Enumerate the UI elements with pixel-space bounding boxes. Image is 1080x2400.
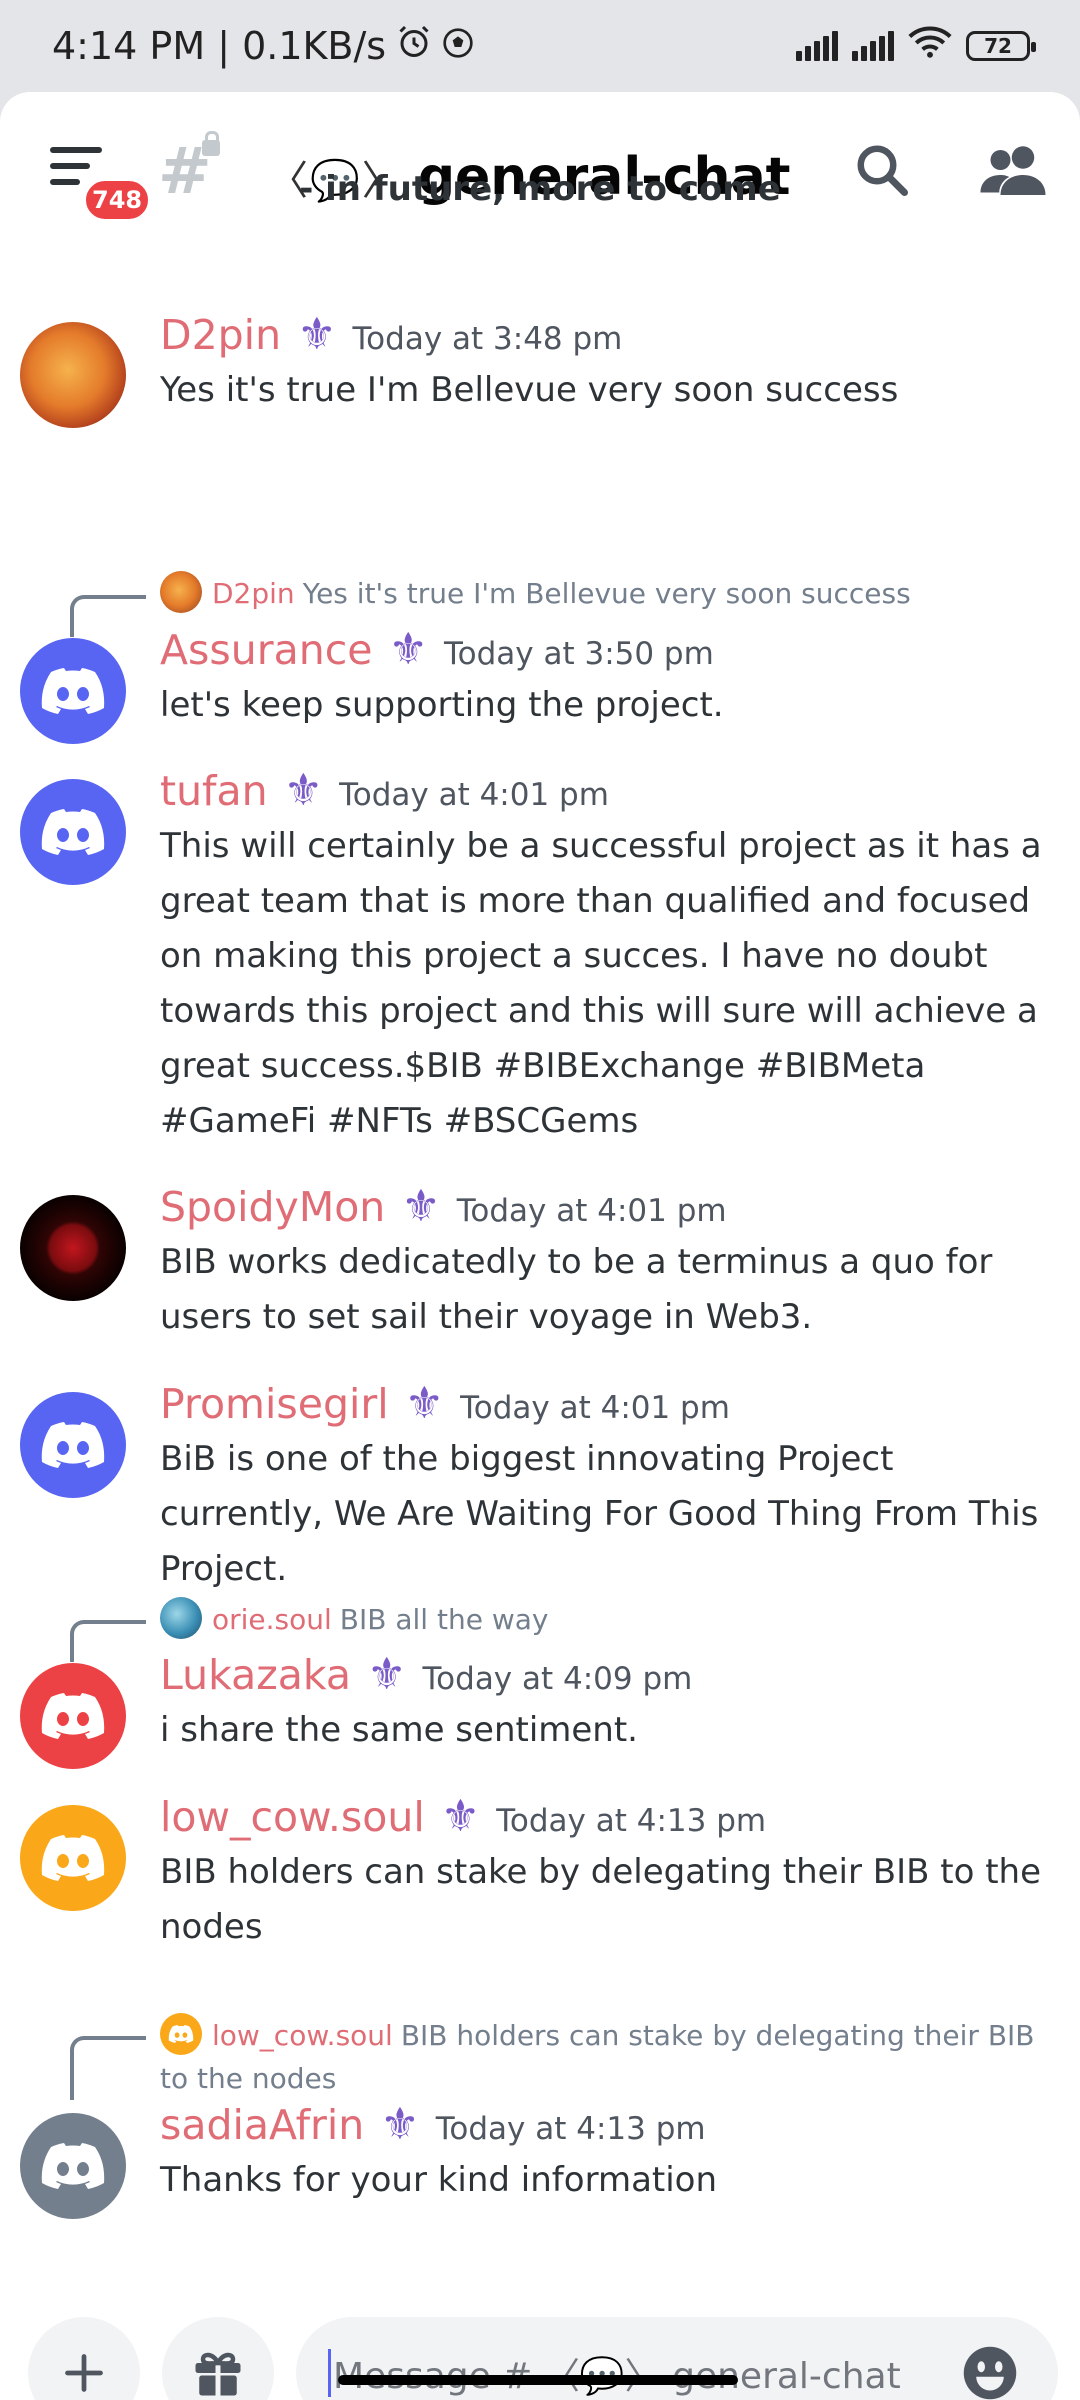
message-text: BIB works dedicatedly to be a terminus a… <box>160 1242 993 1337</box>
timestamp: Today at 4:09 pm <box>422 1661 693 1697</box>
emoji-icon[interactable] <box>960 2343 1020 2400</box>
status-time: 4:14 PM | 0.1KB/s <box>52 24 387 68</box>
composer: Message # 〈💬〉 general-chat <box>0 2307 1080 2400</box>
username[interactable]: low_cow.soul <box>160 1793 425 1841</box>
timestamp: Today at 4:01 pm <box>456 1193 727 1229</box>
timestamp: Today at 3:50 pm <box>443 636 714 672</box>
home-indicator[interactable] <box>338 2375 738 2385</box>
timestamp: Today at 4:13 pm <box>435 2111 706 2147</box>
username[interactable]: tufan <box>160 767 268 815</box>
battery-icon: 72 <box>966 31 1036 61</box>
message-text: let's keep supporting the project. <box>160 685 724 725</box>
role-icon: ⚜ <box>283 765 324 816</box>
role-icon: ⚜ <box>367 1649 407 1700</box>
avatar[interactable] <box>20 1663 126 1769</box>
chat-panel: 748 # 〈💬〉 general-chat - in future, more… <box>0 92 1080 2400</box>
discord-logo-icon <box>41 2143 105 2189</box>
plus-icon <box>65 2354 103 2392</box>
role-icon: ⚜ <box>404 1378 445 1429</box>
avatar[interactable] <box>20 1392 126 1498</box>
reply-avatar <box>160 571 202 613</box>
gift-icon <box>195 2352 241 2396</box>
reply-preview[interactable]: orie.soul BIB all the way <box>160 1597 1060 1642</box>
message-text: BIB holders can stake by delegating thei… <box>160 1852 1042 1947</box>
username[interactable]: Promisegirl <box>160 1380 389 1428</box>
username[interactable]: sadiaAfrin <box>160 2101 364 2149</box>
message-text: Yes it's true I'm Bellevue very soon suc… <box>160 370 899 410</box>
reply-avatar <box>160 2013 202 2055</box>
avatar[interactable] <box>20 1195 126 1301</box>
reply-username: low_cow.soul <box>212 2019 393 2052</box>
avatar[interactable] <box>20 638 126 744</box>
status-bar: 4:14 PM | 0.1KB/s 72 <box>0 0 1080 92</box>
reply-spine <box>70 2036 146 2100</box>
reply-spine <box>70 1620 146 1662</box>
timestamp: Today at 3:48 pm <box>352 321 623 357</box>
timestamp: Today at 4:01 pm <box>339 777 609 813</box>
message-text: This will certainly be a successful proj… <box>160 826 1042 1141</box>
role-icon: ⚜ <box>401 1181 441 1232</box>
reply-preview[interactable]: low_cow.soul BIB holders can stake by del… <box>160 2013 1060 2100</box>
message-input[interactable]: Message # 〈💬〉 general-chat <box>296 2317 1058 2400</box>
reply-text: Yes it's true I'm Bellevue very soon suc… <box>302 577 911 610</box>
avatar[interactable] <box>20 1805 126 1911</box>
add-attachment-button[interactable] <box>28 2317 140 2400</box>
reply-spine <box>70 595 146 637</box>
message-text: Thanks for your kind information <box>160 2160 718 2200</box>
wifi-icon <box>908 24 952 68</box>
signal-icon <box>796 31 838 61</box>
timestamp: Today at 4:13 pm <box>496 1803 767 1839</box>
role-icon: ⚜ <box>297 309 337 360</box>
role-icon: ⚜ <box>388 624 428 675</box>
discord-logo-icon <box>41 1835 105 1881</box>
reply-username: D2pin <box>212 577 295 610</box>
discord-logo-icon <box>41 1693 105 1739</box>
message-text: BiB is one of the biggest innovating Pro… <box>160 1439 1039 1589</box>
previous-message-text: - in future, more to come <box>299 169 781 209</box>
timestamp: Today at 4:01 pm <box>460 1390 730 1426</box>
gift-button[interactable] <box>162 2317 274 2400</box>
avatar[interactable] <box>20 2113 126 2219</box>
reply-avatar <box>160 1597 202 1639</box>
text-caret <box>328 2349 331 2397</box>
spider-icon <box>46 1221 100 1275</box>
message-input-placeholder: Message # 〈💬〉 general-chat <box>333 2356 901 2397</box>
username[interactable]: SpoidyMon <box>160 1183 385 1231</box>
discord-logo-icon <box>41 1422 105 1468</box>
message-text: i share the same sentiment. <box>160 1710 638 1750</box>
discord-logo-icon <box>41 668 105 714</box>
avatar[interactable] <box>20 322 126 428</box>
signal-icon <box>852 31 894 61</box>
role-icon: ⚜ <box>440 1791 481 1842</box>
username[interactable]: Assurance <box>160 626 373 674</box>
football-icon <box>442 24 474 68</box>
alarm-icon <box>396 24 432 69</box>
username[interactable]: D2pin <box>160 311 281 359</box>
role-icon: ⚜ <box>380 2099 420 2150</box>
reply-preview[interactable]: D2pin Yes it's true I'm Bellevue very soo… <box>160 571 1060 616</box>
reply-username: orie.soul <box>212 1603 332 1636</box>
username[interactable]: Lukazaka <box>160 1651 351 1699</box>
reply-text: BIB all the way <box>339 1603 549 1636</box>
avatar[interactable] <box>20 779 126 885</box>
discord-logo-icon <box>41 809 105 855</box>
